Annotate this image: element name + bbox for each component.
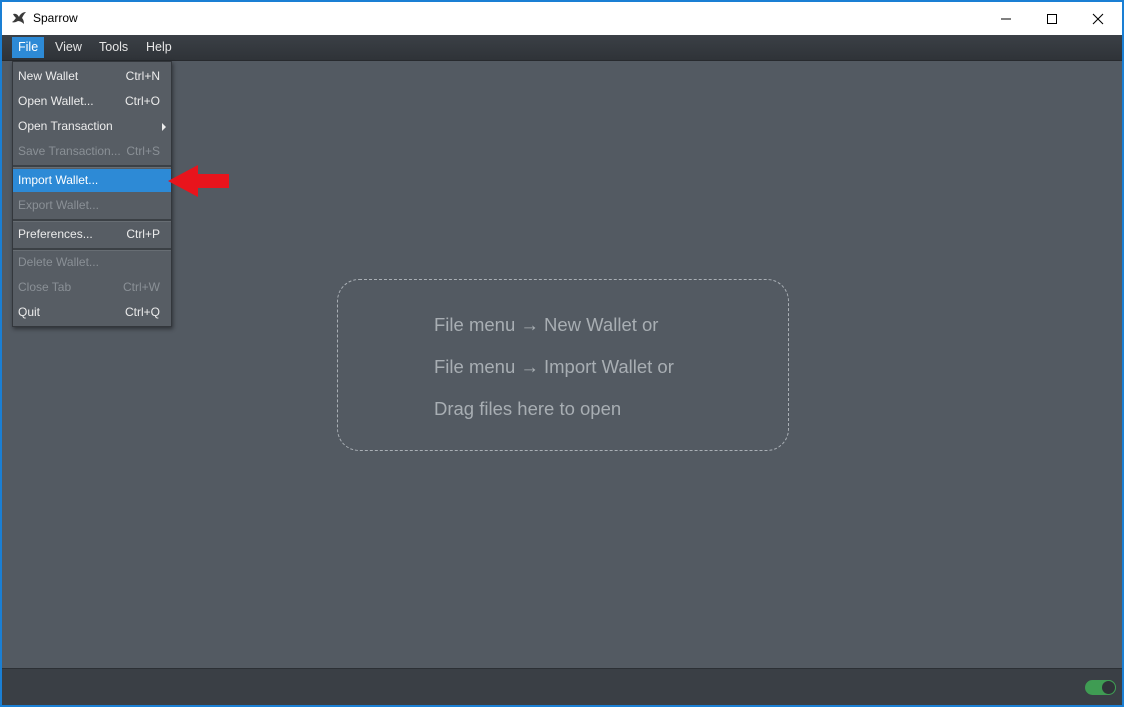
menu-bar: File View Tools Help xyxy=(2,35,1122,61)
menu-file[interactable]: File xyxy=(12,37,45,58)
maximize-icon xyxy=(1047,13,1057,24)
menu-item-shortcut: Ctrl+Q xyxy=(124,305,160,319)
menu-item-label: Save Transaction... xyxy=(18,144,121,158)
close-icon xyxy=(1092,13,1104,24)
menu-item-label: Open Transaction xyxy=(18,119,113,133)
menu-item-label: Close Tab xyxy=(18,280,72,294)
menu-item-delete-wallet: Delete Wallet... xyxy=(13,251,171,274)
menu-item-shortcut: Ctrl+O xyxy=(124,94,160,108)
menu-item-quit[interactable]: Quit Ctrl+Q xyxy=(13,301,171,324)
drop-zone-hint: File menu → Import Wallet or xyxy=(434,356,674,377)
menu-item-shortcut: Ctrl+P xyxy=(126,227,160,241)
menu-view[interactable]: View xyxy=(49,37,88,58)
menu-item-preferences[interactable]: Preferences... Ctrl+P xyxy=(13,223,171,246)
menu-item-label: Quit xyxy=(18,305,41,319)
toggle-knob xyxy=(1101,680,1116,695)
menu-item-save-transaction: Save Transaction... Ctrl+S xyxy=(13,140,171,163)
status-bar xyxy=(2,668,1122,705)
close-button[interactable] xyxy=(1075,2,1121,35)
menu-item-label: Delete Wallet... xyxy=(18,255,99,269)
menu-tools[interactable]: Tools xyxy=(93,37,134,58)
menu-item-label: Export Wallet... xyxy=(18,198,99,212)
maximize-button[interactable] xyxy=(1029,2,1075,35)
app-window: Sparrow File View Tools Help File menu →… xyxy=(2,2,1122,705)
menu-item-shortcut: Ctrl+N xyxy=(125,69,160,83)
menu-item-open-wallet[interactable]: Open Wallet... Ctrl+O xyxy=(13,90,171,113)
menu-item-shortcut: Ctrl+W xyxy=(123,280,160,294)
menu-item-close-tab: Close Tab Ctrl+W xyxy=(13,276,171,299)
menu-item-open-transaction[interactable]: Open Transaction xyxy=(13,115,171,138)
menu-help[interactable]: Help xyxy=(140,37,178,58)
drop-zone-hint: Drag files here to open xyxy=(434,398,622,419)
menu-item-import-wallet[interactable]: Import Wallet... xyxy=(13,169,171,192)
title-bar[interactable]: Sparrow xyxy=(2,2,1122,35)
menu-item-label: New Wallet xyxy=(18,69,79,83)
sparrow-bird-icon xyxy=(12,12,26,24)
window-title: Sparrow xyxy=(33,11,78,25)
file-menu-dropdown: New Wallet Ctrl+N Open Wallet... Ctrl+O … xyxy=(12,61,172,327)
menu-item-label: Open Wallet... xyxy=(18,94,94,108)
menu-separator xyxy=(13,219,171,222)
connection-toggle[interactable] xyxy=(1085,680,1116,695)
minimize-button[interactable] xyxy=(983,2,1029,35)
menu-item-label: Import Wallet... xyxy=(18,173,99,187)
menu-item-shortcut: Ctrl+S xyxy=(126,144,160,158)
minimize-icon xyxy=(1001,18,1011,19)
menu-item-new-wallet[interactable]: New Wallet Ctrl+N xyxy=(13,65,171,88)
menu-item-label: Preferences... xyxy=(18,227,93,241)
menu-separator xyxy=(13,165,171,168)
menu-item-export-wallet: Export Wallet... xyxy=(13,194,171,217)
drop-zone[interactable]: File menu → New Wallet or File menu → Im… xyxy=(337,279,789,451)
red-arrow-annotation-icon xyxy=(168,165,229,197)
submenu-arrow-icon xyxy=(162,123,166,131)
drop-zone-hint: File menu → New Wallet or xyxy=(434,314,659,335)
